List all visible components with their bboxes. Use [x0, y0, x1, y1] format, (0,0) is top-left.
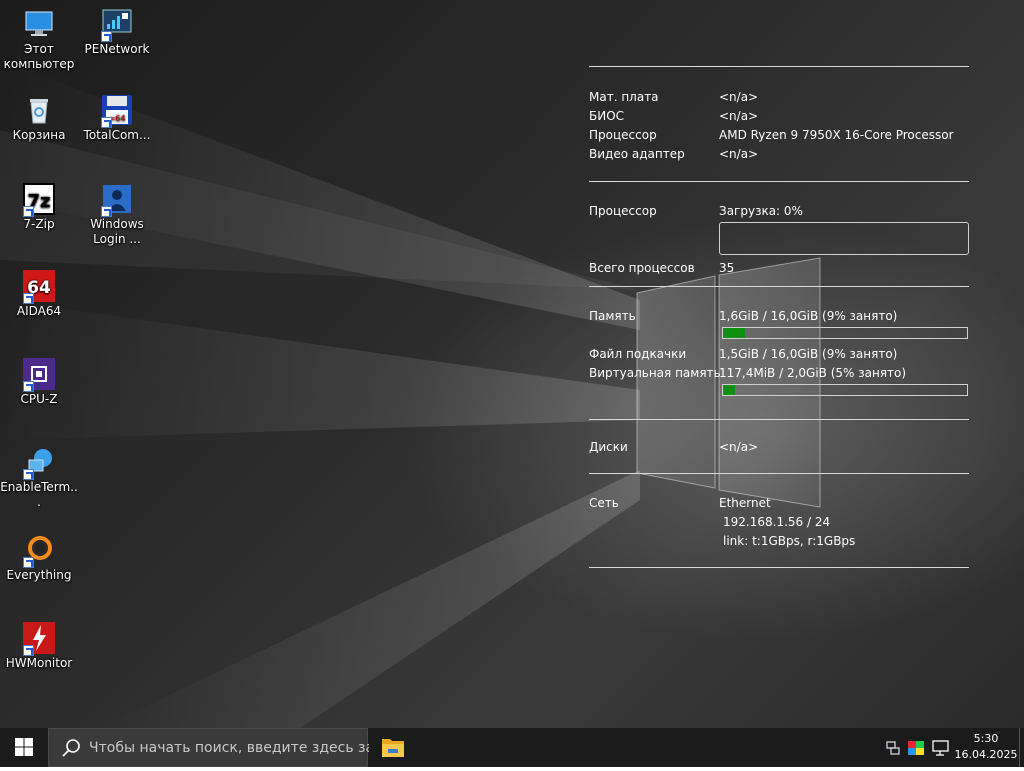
file-explorer-button[interactable]	[370, 728, 418, 767]
show-desktop-button[interactable]	[1019, 728, 1024, 767]
desktop-icon-7zip[interactable]: 7z 7-Zip	[0, 183, 78, 232]
desktop-icon-everything[interactable]: Everything	[0, 534, 78, 583]
cpu-value: AMD Ryzen 9 7950X 16-Core Processor	[719, 128, 954, 142]
desktop-icon-cpuz[interactable]: CPU-Z	[0, 358, 78, 407]
windows-logo-icon	[15, 738, 33, 756]
desktop-icon-label: Корзина	[12, 128, 66, 142]
virtual-memory-value: 117,4MiB / 2,0GiB (5% занято)	[719, 366, 907, 380]
virtual-memory-label: Виртуальная память	[589, 366, 721, 380]
desktop-icon-hwmonitor[interactable]: HWMonitor	[0, 622, 78, 671]
ethernet-icon[interactable]	[932, 740, 950, 756]
motherboard-value: <n/a>	[719, 90, 759, 104]
desktop-icon-label: EnableTerm...	[0, 480, 78, 509]
search-icon	[62, 739, 80, 757]
processes-row: Всего процессов 35	[589, 259, 969, 278]
desktop-icon-label: CPU-Z	[20, 392, 58, 406]
network-label: Сеть	[589, 496, 619, 510]
clock-time: 5:30	[973, 732, 999, 745]
desktop: Этот компьютер Корзина 7z 7-Zip 64 AIDA6…	[0, 0, 1024, 728]
memory-usage-bar	[722, 327, 968, 339]
network-icon	[101, 8, 133, 42]
computer-icon	[23, 8, 55, 40]
memory-row: Память 1,6GiB / 16,0GiB (9% занято)	[589, 307, 969, 326]
network-row: Сеть Ethernet	[589, 494, 969, 513]
7zip-icon: 7z	[23, 183, 55, 217]
desktop-icon-label: HWMonitor	[5, 656, 73, 670]
virtual-memory-row: Виртуальная память 117,4MiB / 2,0GiB (5%…	[589, 364, 969, 383]
memory-value: 1,6GiB / 16,0GiB (9% занято)	[719, 309, 898, 323]
virtual-memory-bar	[722, 384, 968, 396]
network-link: link: t:1GBps, r:1GBps	[723, 534, 856, 548]
desktop-icon-label: Everything	[6, 568, 72, 582]
taskbar: Чтобы начать поиск, введите здесь запрос…	[0, 728, 1024, 767]
pagefile-value: 1,5GiB / 16,0GiB (9% занято)	[719, 347, 898, 361]
desktop-icon-enable-terminal[interactable]: EnableTerm...	[0, 446, 78, 510]
taskbar-search-box[interactable]: Чтобы начать поиск, введите здесь запрос	[48, 728, 369, 767]
disks-value: <n/a>	[719, 440, 759, 454]
gpu-row: Видео адаптер <n/a>	[589, 145, 969, 164]
everything-icon	[23, 534, 55, 568]
folder-icon	[382, 739, 404, 757]
taskbar-clock[interactable]: 5:30 16.04.2025	[950, 731, 1022, 763]
aida64-icon: 64	[23, 270, 55, 304]
processes-label: Всего процессов	[589, 261, 695, 275]
cpu-label: Процессор	[589, 128, 657, 142]
motherboard-row: Мат. плата <n/a>	[589, 88, 969, 107]
network-adapter: Ethernet	[719, 496, 771, 510]
network-ip-row: 192.168.1.56 / 24	[589, 513, 969, 532]
bios-row: БИОС <n/a>	[589, 107, 969, 126]
desktop-icon-this-pc[interactable]: Этот компьютер	[0, 8, 78, 72]
bios-value: <n/a>	[719, 109, 759, 123]
cpu-load-value: Загрузка: 0%	[719, 204, 803, 218]
total-commander-icon: =64	[101, 94, 133, 128]
display-colors-icon[interactable]	[908, 741, 924, 755]
virtual-memory-fill	[723, 385, 736, 395]
desktop-icon-label: AIDA64	[16, 304, 62, 318]
network-status-icon[interactable]	[886, 741, 900, 755]
divider	[589, 567, 969, 568]
windows-login-icon	[101, 183, 133, 217]
cpu-load-label: Процессор	[589, 204, 657, 218]
cpu-row: Процессор AMD Ryzen 9 7950X 16-Core Proc…	[589, 126, 969, 145]
desktop-icon-recycle-bin[interactable]: Корзина	[0, 94, 78, 143]
network-ip: 192.168.1.56 / 24	[723, 515, 831, 529]
desktop-icon-label: Этот компьютер	[3, 42, 75, 71]
disks-label: Диски	[589, 440, 628, 454]
desktop-icon-total-commander[interactable]: =64 TotalCom...	[78, 94, 156, 143]
disks-row: Диски <n/a>	[589, 438, 969, 457]
clock-date: 16.04.2025	[954, 748, 1018, 761]
hwmonitor-icon	[23, 622, 55, 656]
cpuz-icon	[23, 358, 55, 392]
recycle-bin-icon	[23, 94, 55, 126]
system-info-panel: Мат. плата <n/a> БИОС <n/a> Процессор AM…	[589, 66, 969, 568]
network-link-row: link: t:1GBps, r:1GBps	[589, 532, 969, 551]
desktop-icon-label: Windows Login ...	[90, 217, 144, 246]
cpu-load-graph	[719, 222, 969, 255]
memory-label: Память	[589, 309, 636, 323]
desktop-icon-label: TotalCom...	[83, 128, 151, 142]
bios-label: БИОС	[589, 109, 625, 123]
motherboard-label: Мат. плата	[589, 90, 659, 104]
start-button[interactable]	[0, 728, 48, 767]
desktop-icon-windows-login[interactable]: Windows Login ...	[78, 183, 156, 247]
gpu-value: <n/a>	[719, 147, 759, 161]
desktop-icon-aida64[interactable]: 64 AIDA64	[0, 270, 78, 319]
memory-usage-fill	[723, 328, 745, 338]
gpu-label: Видео адаптер	[589, 147, 685, 161]
pagefile-row: Файл подкачки 1,5GiB / 16,0GiB (9% занят…	[589, 345, 969, 364]
cpu-load-row: Процессор Загрузка: 0%	[589, 202, 969, 221]
desktop-icon-penetwork[interactable]: PENetwork	[78, 8, 156, 57]
desktop-icon-label: PENetwork	[84, 42, 150, 56]
desktop-icon-label: 7-Zip	[23, 217, 55, 231]
pagefile-label: Файл подкачки	[589, 347, 687, 361]
enable-terminal-icon	[23, 446, 55, 480]
processes-value: 35	[719, 261, 735, 275]
search-placeholder: Чтобы начать поиск, введите здесь запрос	[89, 740, 369, 756]
